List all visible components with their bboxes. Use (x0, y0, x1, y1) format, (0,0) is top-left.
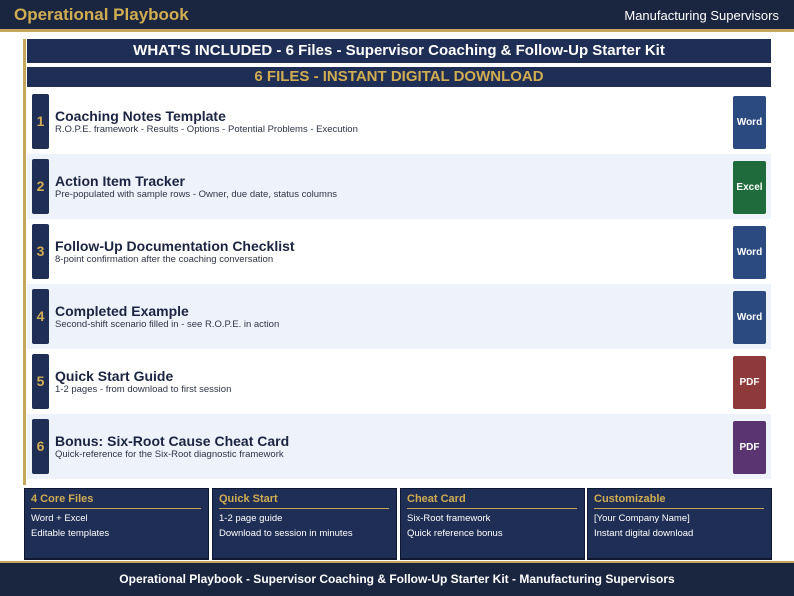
card-divider (219, 508, 389, 509)
file-title: Quick Start Guide (55, 368, 174, 384)
top-bar: Operational Playbook Manufacturing Super… (0, 0, 794, 29)
card-line: Download to session in minutes (219, 528, 353, 539)
gold-divider (0, 29, 794, 32)
file-row: 1 Coaching Notes Template R.O.P.E. frame… (27, 89, 771, 154)
file-row: 6 Bonus: Six-Root Cause Cheat Card Quick… (27, 414, 771, 479)
excel-format-badge: Excel (733, 161, 766, 214)
file-number: 6 (32, 419, 49, 474)
file-title: Follow-Up Documentation Checklist (55, 238, 295, 254)
whats-included-banner: WHAT'S INCLUDED - 6 Files - Supervisor C… (27, 39, 771, 63)
product-page: Operational Playbook Manufacturing Super… (0, 0, 794, 596)
file-description: Pre-populated with sample rows - Owner, … (55, 189, 337, 200)
file-number: 4 (32, 289, 49, 344)
left-accent-bar (23, 39, 26, 485)
file-description: Quick-reference for the Six-Root diagnos… (55, 449, 284, 460)
card-title: Quick Start (219, 493, 278, 505)
pdf-format-badge: PDF (733, 356, 766, 409)
file-title: Action Item Tracker (55, 173, 185, 189)
pdf-format-badge: PDF (733, 421, 766, 474)
card-line: Six-Root framework (407, 513, 491, 524)
file-description: Second-shift scenario filled in - see R.… (55, 319, 280, 330)
file-number: 1 (32, 94, 49, 149)
file-title: Bonus: Six-Root Cause Cheat Card (55, 433, 290, 449)
file-title: Completed Example (55, 303, 189, 319)
file-row: 4 Completed Example Second-shift scenari… (27, 284, 771, 349)
word-format-badge: Word (733, 226, 766, 279)
file-number: 2 (32, 159, 49, 214)
card-line: Quick reference bonus (407, 528, 503, 539)
file-number: 5 (32, 354, 49, 409)
card-line: Editable templates (31, 528, 110, 539)
instant-download-banner: 6 FILES - INSTANT DIGITAL DOWNLOAD (27, 67, 771, 87)
file-row: 5 Quick Start Guide 1-2 pages - from dow… (27, 349, 771, 414)
card-divider (31, 508, 201, 509)
card-title: Cheat Card (407, 493, 466, 505)
word-format-badge: Word (733, 96, 766, 149)
card-line: Word + Excel (31, 513, 88, 524)
feature-card-core-files: 4 Core Files Word + Excel Editable templ… (24, 488, 209, 560)
file-number: 3 (32, 224, 49, 279)
card-title: Customizable (594, 493, 666, 505)
card-divider (407, 508, 577, 509)
word-format-badge: Word (733, 291, 766, 344)
card-line: Instant digital download (594, 528, 694, 539)
footer-bar: Operational Playbook - Supervisor Coachi… (0, 561, 794, 596)
brand-title: Operational Playbook (14, 5, 189, 24)
card-divider (594, 508, 764, 509)
file-description: R.O.P.E. framework - Results - Options -… (55, 124, 358, 135)
feature-card-quick-start: Quick Start 1-2 page guide Download to s… (212, 488, 397, 560)
feature-card-cheat-card: Cheat Card Six-Root framework Quick refe… (400, 488, 585, 560)
file-title: Coaching Notes Template (55, 108, 226, 124)
card-line: [Your Company Name] (594, 513, 690, 524)
file-description: 8-point confirmation after the coaching … (55, 254, 274, 265)
file-row: 3 Follow-Up Documentation Checklist 8-po… (27, 219, 771, 284)
card-title: 4 Core Files (31, 493, 94, 505)
card-line: 1-2 page guide (219, 513, 283, 524)
feature-card-customizable: Customizable [Your Company Name] Instant… (587, 488, 772, 560)
file-row: 2 Action Item Tracker Pre-populated with… (27, 154, 771, 219)
audience-label: Manufacturing Supervisors (624, 8, 779, 23)
file-description: 1-2 pages - from download to first sessi… (55, 384, 232, 395)
feature-cards: 4 Core Files Word + Excel Editable templ… (24, 488, 772, 560)
